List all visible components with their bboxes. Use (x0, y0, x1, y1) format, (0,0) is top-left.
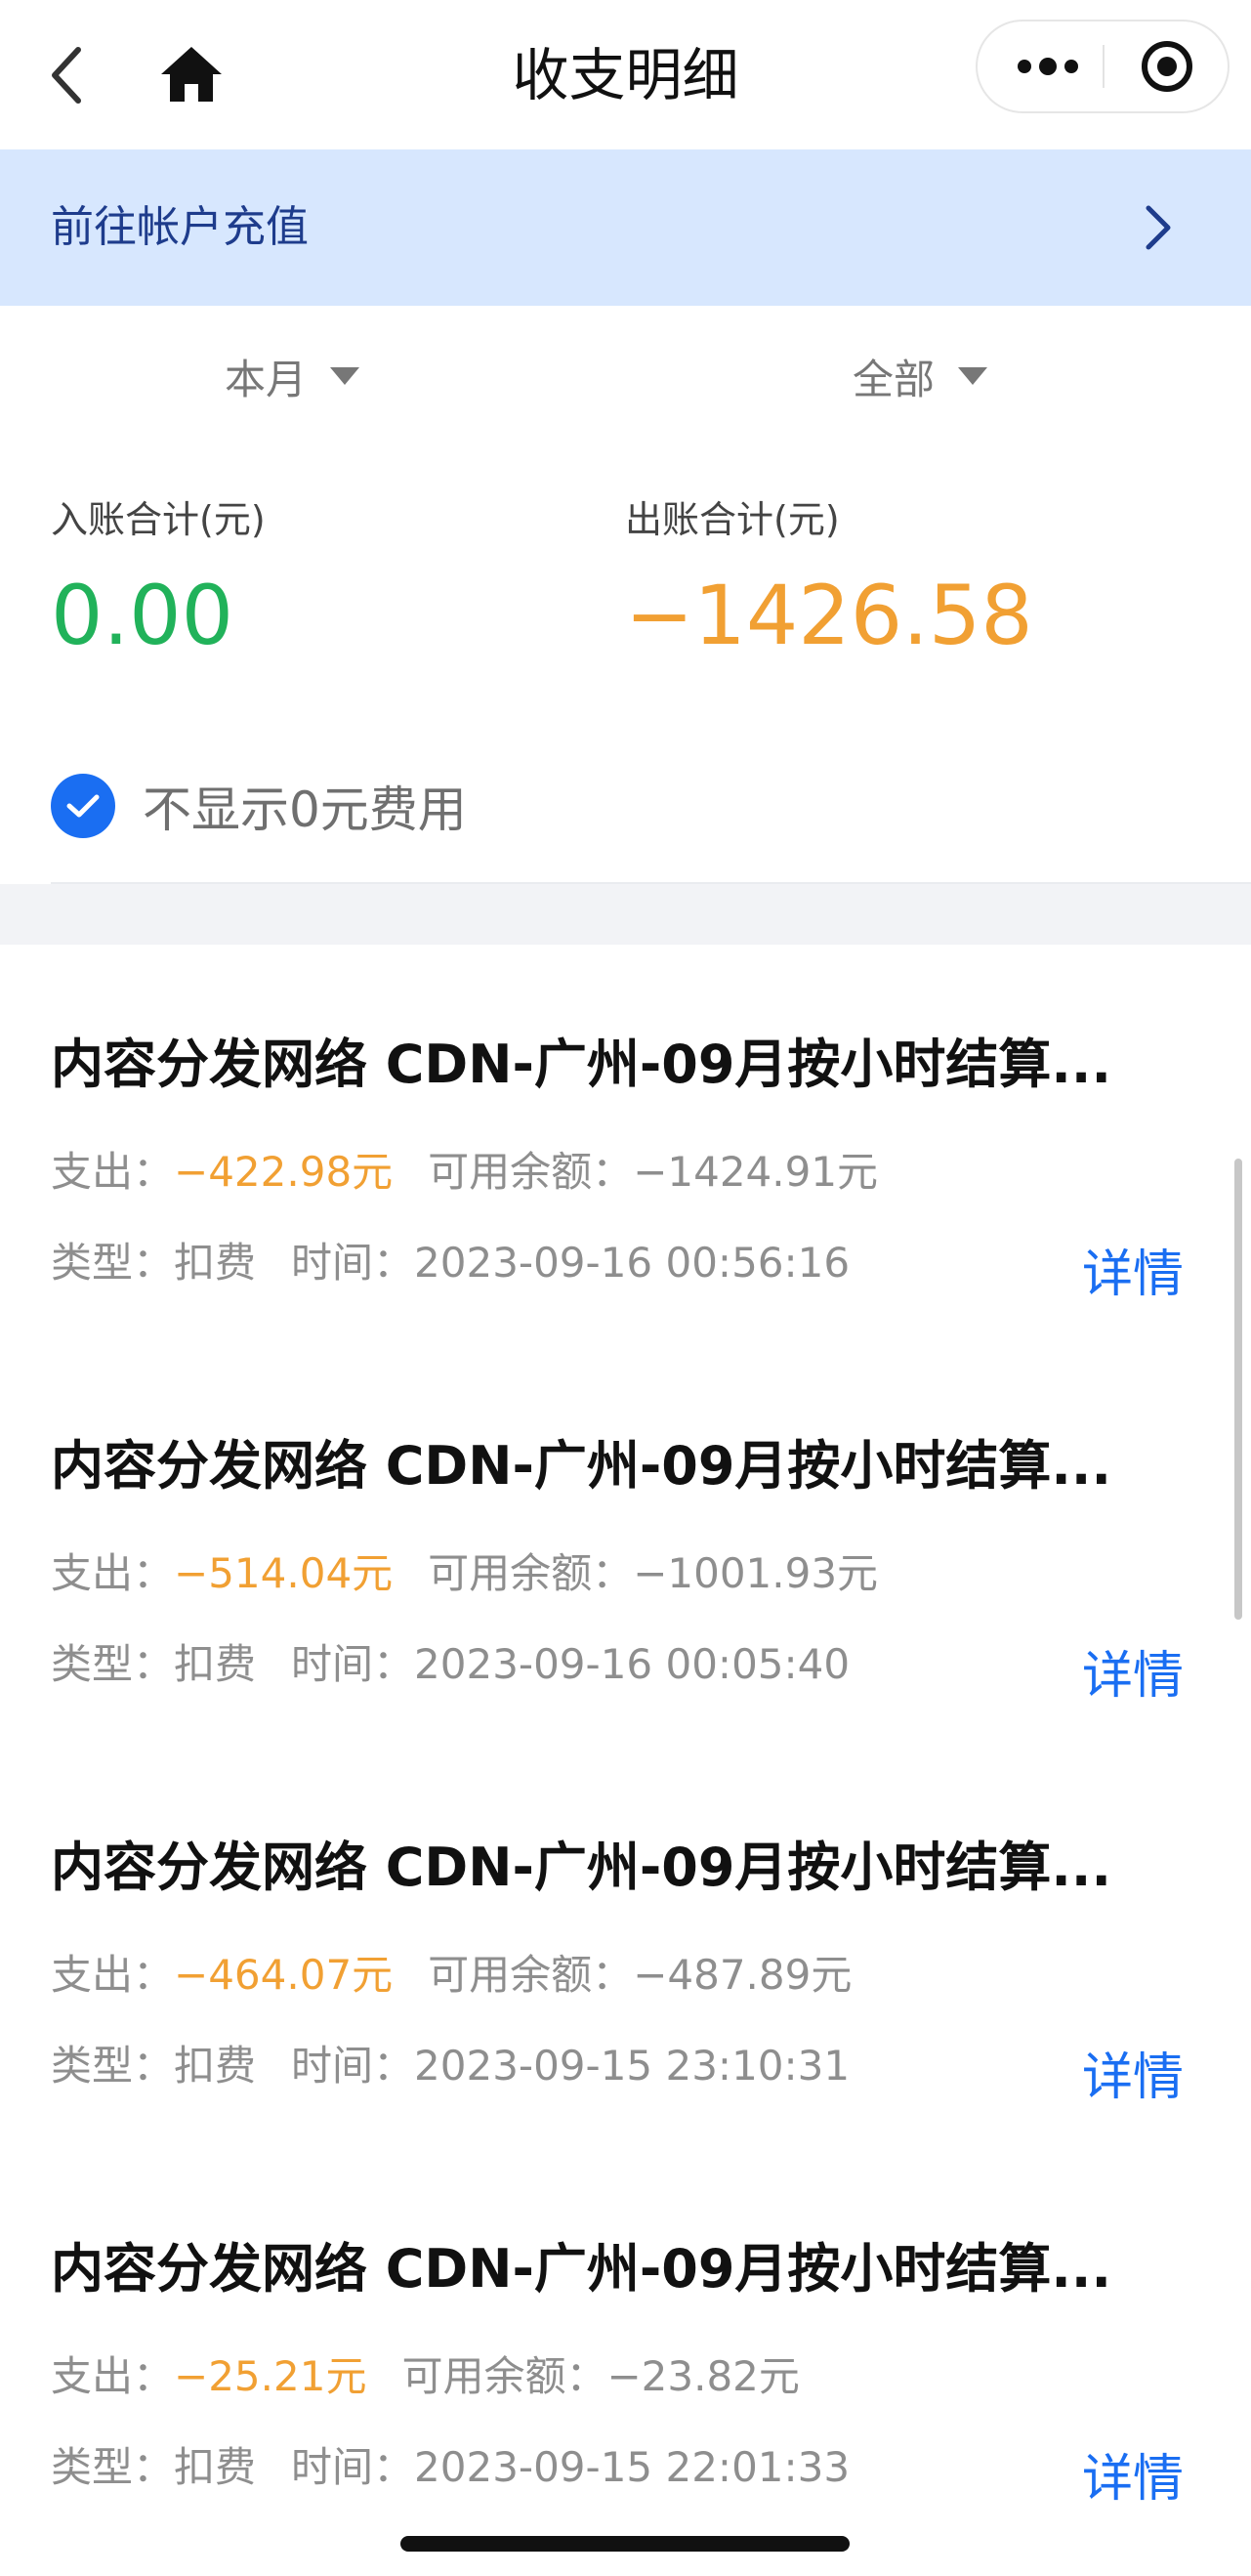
balance-value: −23.82元 (606, 2352, 800, 2400)
record-title: 内容分发网络 CDN-广州-09月按小时结算... (51, 1034, 1111, 1095)
type-label: 类型： (51, 1640, 175, 1688)
record-meta-line: 类型：扣费 时间：2023-09-16 00:05:40 (51, 1635, 850, 1694)
recharge-banner[interactable]: 前往帐户充值 (0, 149, 1251, 306)
period-filter[interactable]: 本月 (225, 342, 360, 410)
target-close-icon (1142, 41, 1192, 92)
capsule-divider (1103, 45, 1105, 88)
type-label: 类型： (51, 2042, 175, 2090)
expense-label: 支出： (51, 1148, 175, 1196)
time-value: 2023-09-15 23:10:31 (414, 2042, 851, 2090)
type-filter-label: 全部 (853, 355, 936, 403)
record-title: 内容分发网络 CDN-广州-09月按小时结算... (51, 1435, 1111, 1497)
recharge-label: 前往帐户充值 (51, 202, 309, 252)
recharge-arrow (1133, 189, 1182, 267)
record-amount-line: 支出：−422.98元 可用余额：−1424.91元 (51, 1143, 878, 1202)
balance-label: 可用余额： (428, 1148, 634, 1196)
balance-label: 可用余额： (428, 1549, 634, 1597)
detail-link[interactable]: 详情 (1082, 2445, 1184, 2513)
balance-label: 可用余额： (428, 1951, 634, 1999)
close-button[interactable] (1122, 21, 1212, 111)
time-value: 2023-09-15 22:01:33 (414, 2443, 851, 2491)
time-value: 2023-09-16 00:05:40 (414, 1640, 851, 1688)
income-total-label: 入账合计(元) (51, 498, 266, 541)
type-label: 类型： (51, 2443, 175, 2491)
record-amount-line: 支出：−514.04元 可用余额：−1001.93元 (51, 1544, 878, 1603)
expense-label: 支出： (51, 1951, 175, 1999)
hide-zero-checkbox[interactable]: 不显示0元费用 (51, 772, 467, 840)
home-indicator[interactable] (400, 2536, 850, 2552)
balance-value: −487.89元 (633, 1951, 853, 1999)
time-label: 时间： (291, 1239, 415, 1287)
nav-header: 收支明细 (0, 0, 1251, 149)
list-item: 内容分发网络 CDN-广州-09月按小时结算... 支出：−422.98元 可用余… (0, 1026, 1251, 1426)
record-meta-line: 类型：扣费 时间：2023-09-15 23:10:31 (51, 2037, 850, 2095)
time-value: 2023-09-16 00:56:16 (414, 1239, 851, 1287)
time-label: 时间： (291, 2042, 415, 2090)
expense-amount: −464.07元 (174, 1951, 394, 1999)
type-value: 扣费 (174, 2443, 257, 2491)
balance-value: −1001.93元 (633, 1549, 879, 1597)
record-amount-line: 支出：−464.07元 可用余额：−487.89元 (51, 1946, 852, 2005)
expense-total-label: 出账合计(元) (625, 498, 840, 541)
chevron-right-icon (1146, 205, 1171, 250)
section-gap (0, 884, 1251, 945)
expense-label: 支出： (51, 2352, 175, 2400)
type-value: 扣费 (174, 1239, 257, 1287)
expense-amount: −25.21元 (174, 2352, 367, 2400)
expense-total-value: −1426.58 (625, 568, 1033, 663)
balance-value: −1424.91元 (633, 1148, 879, 1196)
list-item: 内容分发网络 CDN-广州-09月按小时结算... 支出：−25.21元 可用余额… (0, 2230, 1251, 2576)
record-meta-line: 类型：扣费 时间：2023-09-15 22:01:33 (51, 2438, 850, 2497)
type-value: 扣费 (174, 2042, 257, 2090)
income-total-value: 0.00 (51, 568, 234, 663)
record-title: 内容分发网络 CDN-广州-09月按小时结算... (51, 1837, 1111, 1898)
mini-program-capsule (976, 20, 1230, 113)
more-dots-icon (1018, 58, 1078, 75)
page: 收支明细 前往帐户充值 本月 全部 入账合计(元) 0.00 出账合计(元) −… (0, 0, 1251, 2576)
record-amount-line: 支出：−25.21元 可用余额：−23.82元 (51, 2347, 800, 2406)
record-meta-line: 类型：扣费 时间：2023-09-16 00:56:16 (51, 1234, 850, 1292)
hide-zero-label: 不显示0元费用 (143, 781, 467, 838)
time-label: 时间： (291, 1640, 415, 1688)
expense-amount: −514.04元 (174, 1549, 394, 1597)
detail-link[interactable]: 详情 (1082, 1241, 1184, 1309)
type-label: 类型： (51, 1239, 175, 1287)
type-filter[interactable]: 全部 (853, 342, 988, 410)
checkbox-checked[interactable] (51, 774, 115, 838)
scrollbar[interactable] (1234, 1159, 1242, 1620)
list-item: 内容分发网络 CDN-广州-09月按小时结算... 支出：−464.07元 可用余… (0, 1829, 1251, 2229)
detail-link[interactable]: 详情 (1082, 1642, 1184, 1710)
record-title: 内容分发网络 CDN-广州-09月按小时结算... (51, 2238, 1111, 2300)
time-label: 时间： (291, 2443, 415, 2491)
expense-amount: −422.98元 (174, 1148, 394, 1196)
caret-down-icon (958, 367, 988, 385)
period-filter-label: 本月 (225, 355, 308, 403)
caret-down-icon (330, 367, 360, 385)
list-item: 内容分发网络 CDN-广州-09月按小时结算... 支出：−514.04元 可用余… (0, 1427, 1251, 1828)
more-button[interactable] (1005, 21, 1091, 111)
expense-label: 支出： (51, 1549, 175, 1597)
check-icon (66, 794, 100, 818)
balance-label: 可用余额： (401, 2352, 607, 2400)
detail-link[interactable]: 详情 (1082, 2044, 1184, 2112)
type-value: 扣费 (174, 1640, 257, 1688)
